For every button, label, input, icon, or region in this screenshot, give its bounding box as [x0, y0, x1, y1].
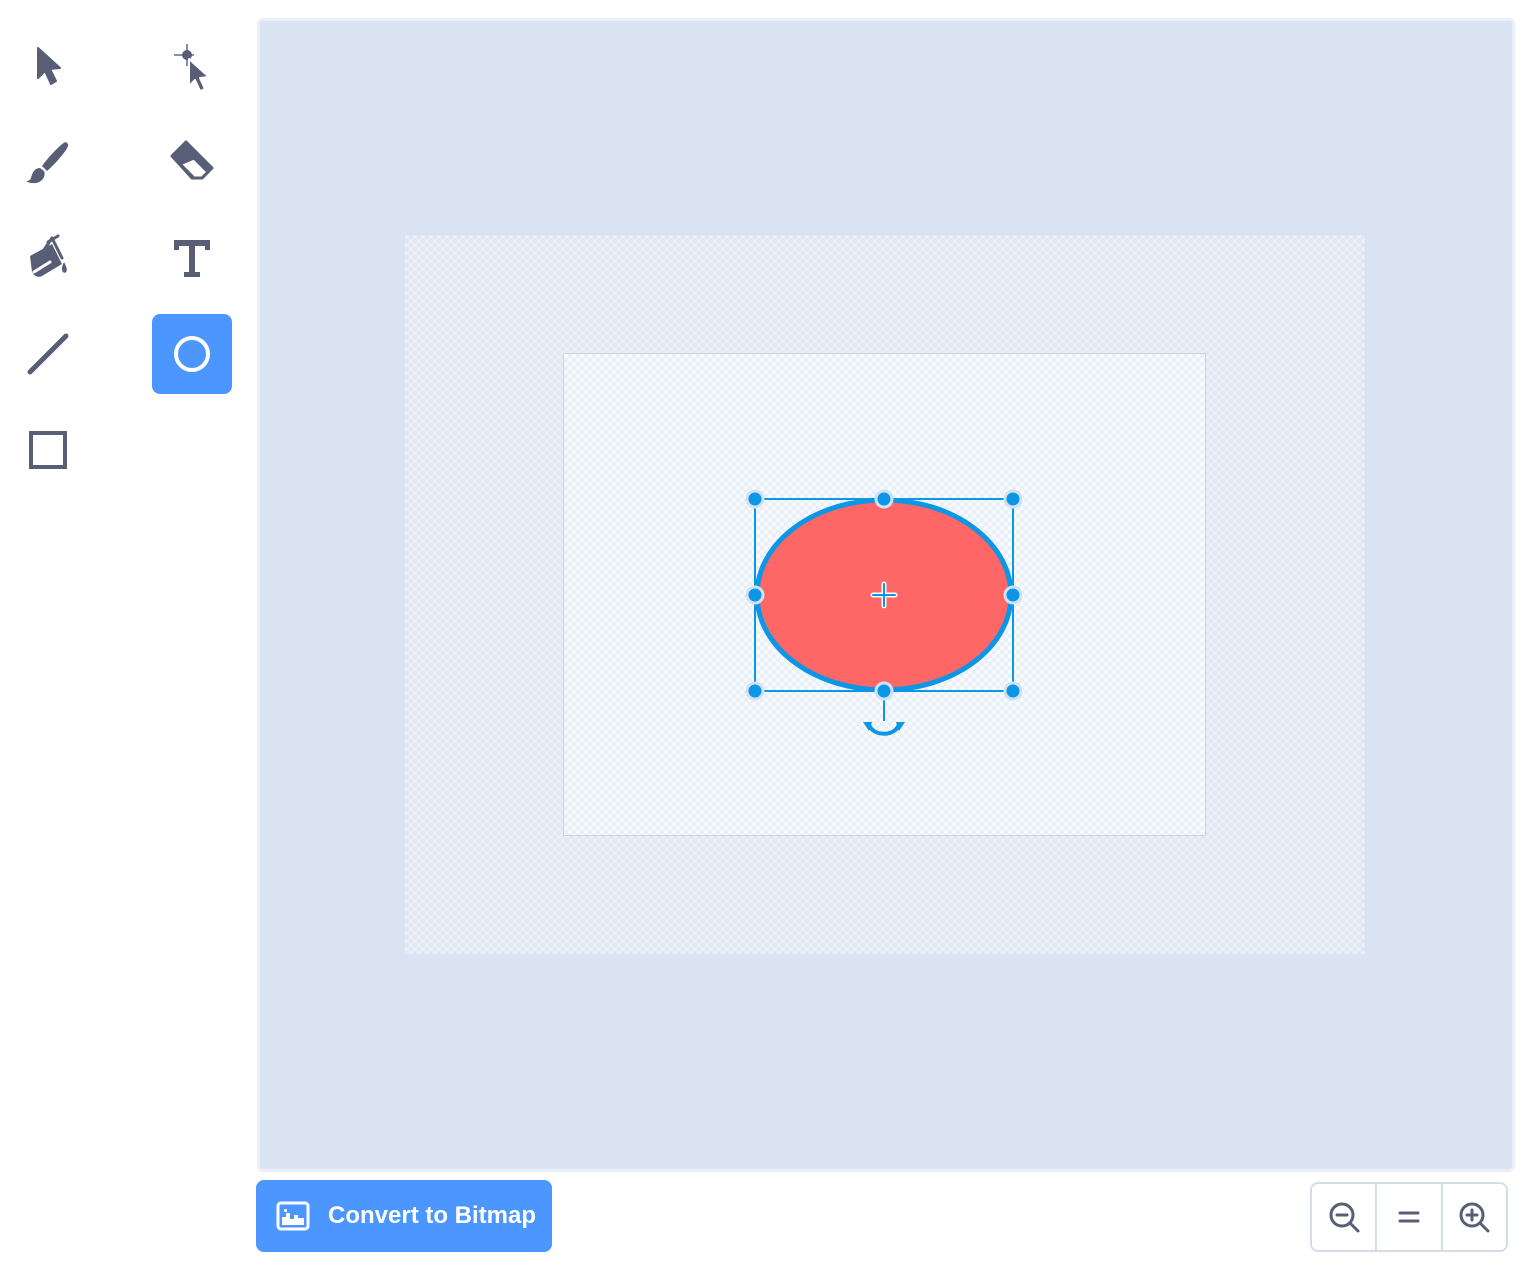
tool-palette — [0, 0, 250, 520]
zoom-reset-button[interactable] — [1377, 1184, 1443, 1250]
line-icon — [27, 333, 69, 375]
text-tool-button[interactable] — [152, 218, 232, 298]
convert-to-bitmap-label: Convert to Bitmap — [328, 1202, 537, 1229]
brush-tool-button[interactable] — [8, 122, 88, 202]
resize-handle-top-right[interactable] — [1003, 489, 1023, 509]
circle-tool-button[interactable] — [152, 314, 232, 394]
resize-handle-bottom-left[interactable] — [745, 681, 765, 701]
line-tool-button[interactable] — [8, 314, 88, 394]
paint-editor: Convert to Bitmap — [0, 0, 1532, 1272]
eraser-icon — [170, 140, 214, 180]
select-arrow-icon — [37, 47, 61, 85]
rectangle-tool-button[interactable] — [8, 410, 88, 490]
fill-bucket-icon — [30, 234, 67, 277]
rectangle-icon — [29, 431, 67, 469]
bitmap-image-icon — [276, 1201, 310, 1231]
drawing-layer — [745, 489, 1023, 736]
circle-icon — [174, 336, 210, 372]
brush-icon — [26, 142, 69, 184]
zoom-in-button[interactable] — [1443, 1184, 1506, 1250]
zoom-out-button[interactable] — [1312, 1184, 1378, 1250]
reshape-icon — [174, 44, 210, 92]
resize-handle-top[interactable] — [874, 489, 894, 509]
zoom-out-icon — [1329, 1202, 1360, 1233]
resize-handle-left[interactable] — [745, 585, 765, 605]
resize-handle-bottom[interactable] — [874, 681, 894, 701]
resize-handle-right[interactable] — [1003, 585, 1023, 605]
zoom-reset-equals-icon — [1398, 1211, 1420, 1223]
resize-handle-bottom-right[interactable] — [1003, 681, 1023, 701]
rotate-handle-icon[interactable] — [863, 722, 905, 736]
select-tool-button[interactable] — [8, 26, 88, 106]
convert-to-bitmap-button[interactable]: Convert to Bitmap — [256, 1180, 552, 1252]
fill-tool-button[interactable] — [8, 218, 88, 298]
zoom-controls — [1310, 1182, 1508, 1252]
eraser-tool-button[interactable] — [152, 122, 232, 202]
zoom-in-icon — [1459, 1202, 1490, 1233]
text-icon — [174, 240, 210, 277]
paint-canvas[interactable] — [257, 18, 1515, 1172]
resize-handle-top-left[interactable] — [745, 489, 765, 509]
reshape-tool-button[interactable] — [152, 26, 232, 106]
